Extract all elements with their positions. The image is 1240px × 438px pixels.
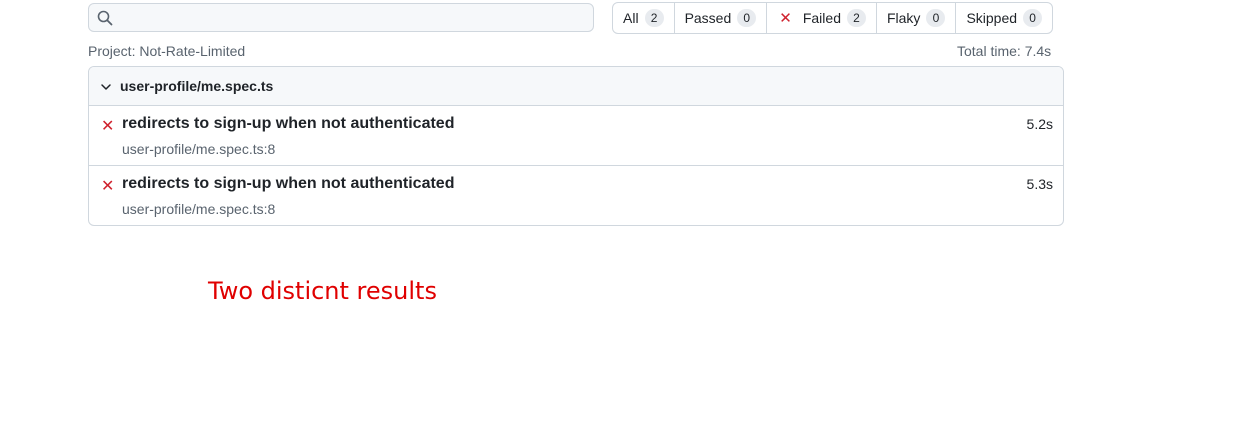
test-title[interactable]: redirects to sign-up when not authentica… xyxy=(122,115,454,133)
x-icon: ✕ xyxy=(101,178,115,195)
search-input[interactable] xyxy=(119,4,585,31)
filter-count: 2 xyxy=(846,9,866,27)
filter-count: 0 xyxy=(737,9,757,27)
test-row[interactable]: ✕ redirects to sign-up when not authenti… xyxy=(89,166,1063,225)
test-row[interactable]: ✕ redirects to sign-up when not authenti… xyxy=(89,106,1063,166)
search-icon xyxy=(97,10,113,26)
test-file-name: user-profile/me.spec.ts xyxy=(120,78,274,94)
x-icon: ✕ xyxy=(101,118,115,135)
filter-skipped[interactable]: Skipped 0 xyxy=(956,3,1052,33)
status-filter-tabs: All 2 Passed 0 ✕ Failed 2 Flaky 0 Skippe… xyxy=(612,2,1054,34)
filter-count: 2 xyxy=(644,9,664,27)
filter-failed[interactable]: ✕ Failed 2 xyxy=(767,3,877,33)
filter-all[interactable]: All 2 xyxy=(613,3,675,33)
chevron-down-icon xyxy=(101,84,111,90)
filter-flaky[interactable]: Flaky 0 xyxy=(877,3,957,33)
project-name: Project: Not-Rate-Limited xyxy=(88,43,246,59)
filter-label: Flaky xyxy=(886,10,921,26)
test-file-group: user-profile/me.spec.ts ✕ redirects to s… xyxy=(88,66,1064,226)
filter-count: 0 xyxy=(926,9,946,27)
test-location: user-profile/me.spec.ts:8 xyxy=(122,141,276,157)
filter-label: Failed xyxy=(802,10,841,26)
test-location: user-profile/me.spec.ts:8 xyxy=(122,201,276,217)
test-file-header[interactable]: user-profile/me.spec.ts xyxy=(89,67,1063,106)
total-time: Total time: 7.4s xyxy=(957,43,1052,59)
report-root: All 2 Passed 0 ✕ Failed 2 Flaky 0 Skippe… xyxy=(0,0,1240,438)
test-title[interactable]: redirects to sign-up when not authentica… xyxy=(122,175,454,193)
x-icon: ✕ xyxy=(779,10,792,27)
search-box[interactable] xyxy=(88,3,594,32)
filter-count: 0 xyxy=(1023,9,1043,27)
filter-label: Passed xyxy=(684,10,732,26)
test-duration: 5.2s xyxy=(1026,116,1053,132)
filter-passed[interactable]: Passed 0 xyxy=(675,3,768,33)
annotation-text: Two disticnt results xyxy=(208,277,437,305)
filter-label: Skipped xyxy=(966,10,1018,26)
test-duration: 5.3s xyxy=(1026,176,1053,192)
filter-label: All xyxy=(623,10,639,26)
